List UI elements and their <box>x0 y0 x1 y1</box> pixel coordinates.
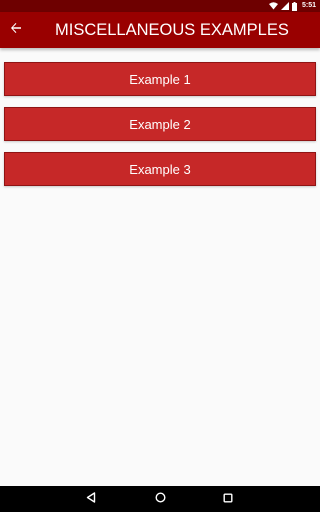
navigation-bar <box>0 486 320 512</box>
wifi-icon <box>268 2 278 10</box>
status-bar: 5:51 <box>0 0 320 12</box>
nav-back-button[interactable] <box>83 491 99 507</box>
app-bar: MISCELLANEOUS EXAMPLES <box>0 12 320 48</box>
home-circle-icon <box>154 490 166 508</box>
signal-icon <box>280 2 289 10</box>
nav-recents-button[interactable] <box>220 491 236 507</box>
recents-square-icon <box>223 490 233 508</box>
nav-home-button[interactable] <box>152 491 168 507</box>
battery-icon <box>291 1 297 11</box>
status-time: 5:51 <box>301 2 316 9</box>
back-button[interactable] <box>4 18 28 42</box>
page-title: MISCELLANEOUS EXAMPLES <box>55 21 289 39</box>
example-2-button[interactable]: Example 2 <box>4 107 316 141</box>
example-3-button[interactable]: Example 3 <box>4 152 316 186</box>
screen: 5:51 MISCELLANEOUS EXAMPLES Example 1 Ex… <box>0 0 320 512</box>
back-triangle-icon <box>86 490 96 508</box>
status-icons: 5:51 <box>268 0 316 12</box>
example-1-button[interactable]: Example 1 <box>4 62 316 96</box>
arrow-left-icon <box>10 21 22 39</box>
